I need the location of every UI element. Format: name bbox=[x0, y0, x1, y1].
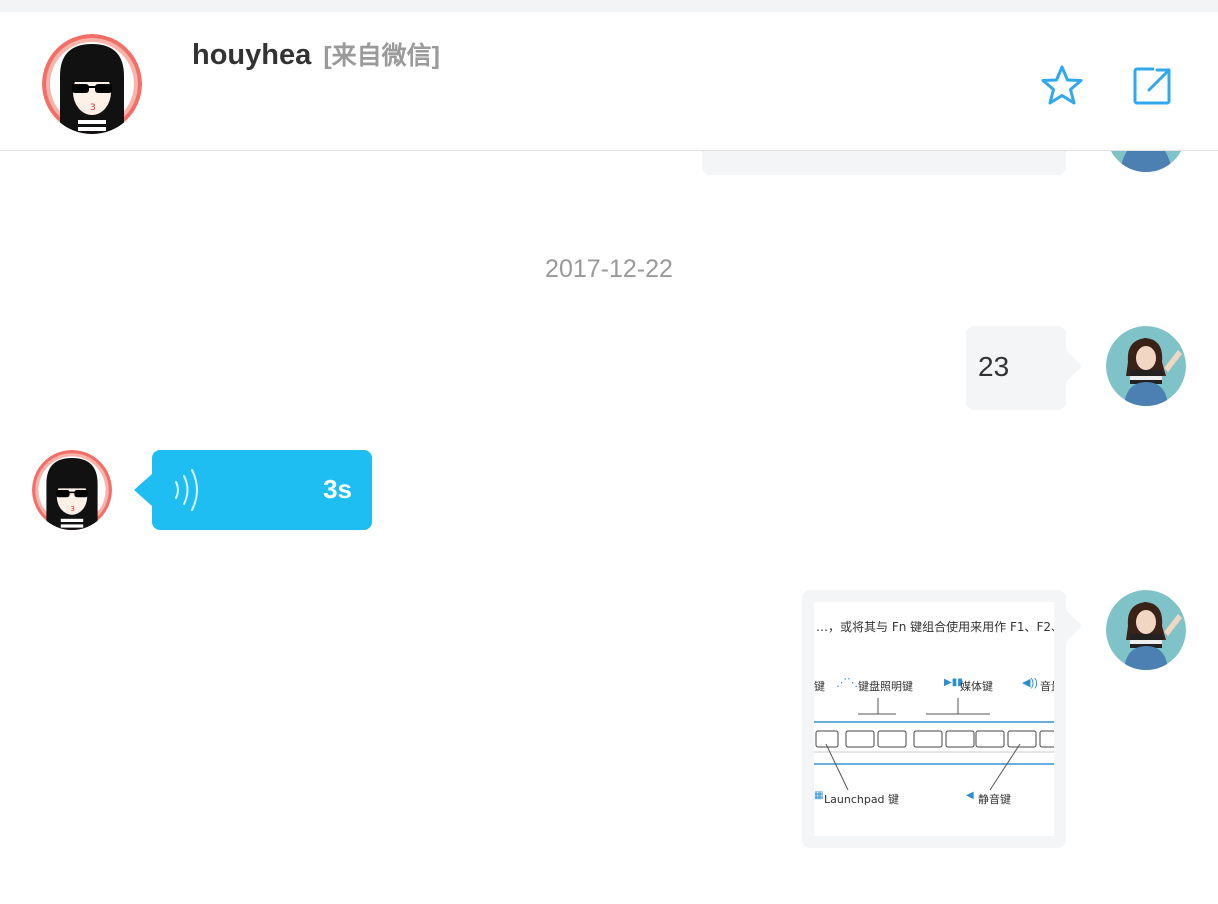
my-avatar[interactable] bbox=[1106, 326, 1186, 406]
contact-avatar-art: 3 bbox=[42, 34, 142, 134]
bubble-tail bbox=[1066, 610, 1082, 642]
keyboard-diagram-image[interactable]: …，或将其与 Fn 键组合使用来用作 F1、F2、F3 键 ⋰⋱ 键盘照明键 ▶… bbox=[814, 602, 1054, 836]
launchpad-icon: ▦ bbox=[814, 790, 824, 801]
contact-avatar-large[interactable]: 3 bbox=[42, 34, 142, 134]
chat-header: 3 houyhea [来自微信] bbox=[0, 12, 1218, 151]
star-icon[interactable] bbox=[1040, 64, 1084, 108]
open-external-icon[interactable] bbox=[1132, 64, 1176, 108]
chat-title: houyhea [来自微信] bbox=[192, 36, 440, 72]
my-avatar[interactable] bbox=[1106, 151, 1186, 172]
voice-duration: 3s bbox=[323, 474, 352, 504]
message-bubble-text[interactable]: 23 bbox=[966, 326, 1082, 410]
image-label-launchpad: Launchpad 键 bbox=[824, 793, 900, 806]
top-strip bbox=[0, 0, 1218, 12]
mute-icon: ◀ bbox=[966, 790, 974, 801]
contact-name: houyhea bbox=[192, 39, 312, 71]
bubble-tail bbox=[1066, 350, 1082, 382]
voice-message-bubble[interactable]: 3s bbox=[134, 450, 372, 530]
svg-text:3: 3 bbox=[70, 504, 75, 513]
voice-wave-icon bbox=[175, 469, 198, 511]
contact-source: [来自微信] bbox=[323, 42, 440, 70]
previous-message-bubble[interactable] bbox=[702, 151, 1066, 175]
message-list[interactable]: 2017-12-22 23 3 3s …，或将其与 Fn 键组合使用来用作 F1… bbox=[0, 151, 1218, 904]
image-label-mute: 静音键 bbox=[978, 793, 1011, 806]
svg-text:3: 3 bbox=[90, 103, 96, 113]
message-text: 23 bbox=[978, 351, 1010, 382]
date-divider: 2017-12-22 bbox=[545, 255, 673, 283]
my-avatar[interactable] bbox=[1106, 590, 1186, 670]
bubble-tail bbox=[134, 474, 152, 506]
contact-avatar[interactable]: 3 bbox=[32, 450, 112, 530]
